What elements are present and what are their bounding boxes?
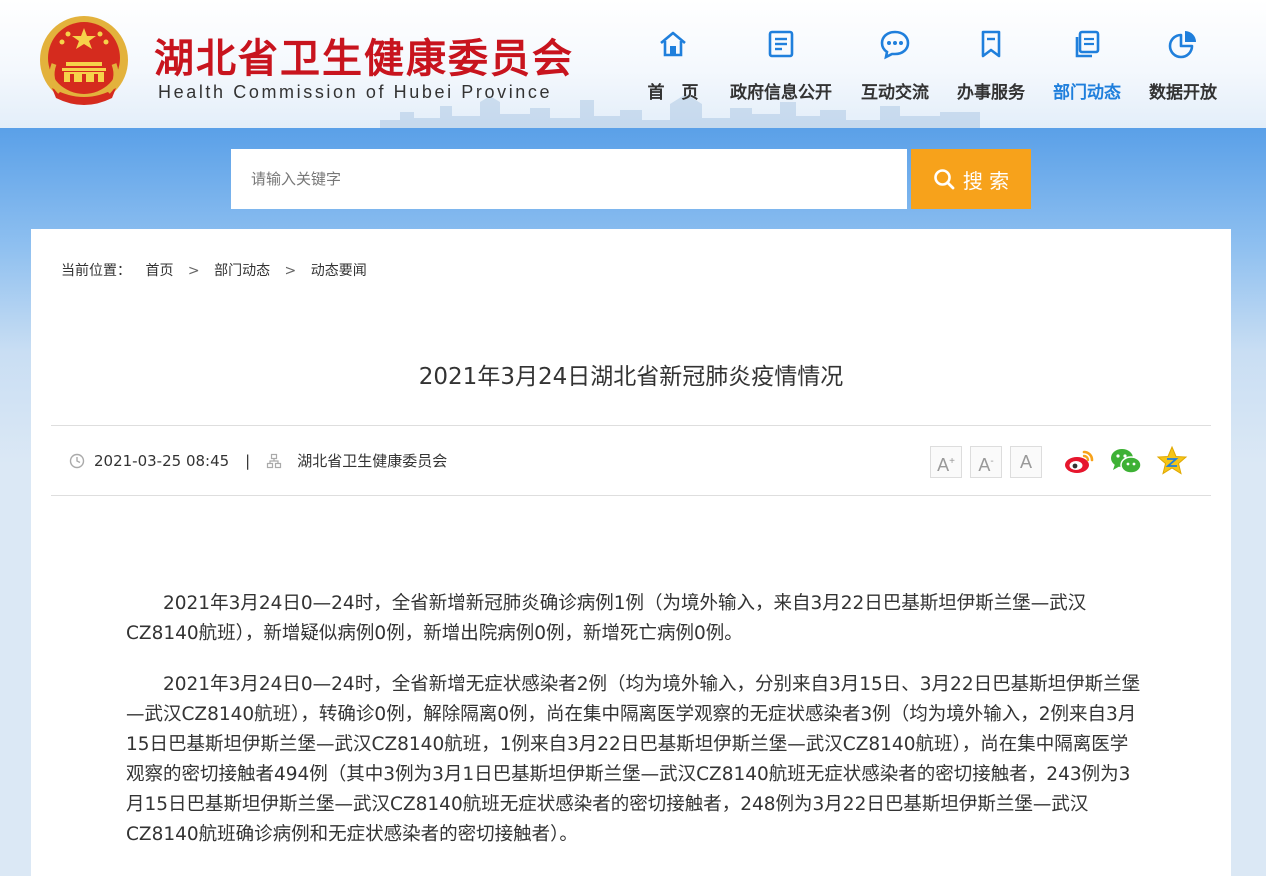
- nav-item-home[interactable]: 首 页: [618, 24, 728, 103]
- article-paragraph: 2021年3月24日0—24时，全省新增新冠肺炎确诊病例1例（为境外输入，来自3…: [126, 593, 1087, 644]
- national-emblem-logo: [40, 16, 128, 105]
- search-icon: [934, 169, 955, 190]
- site-subtitle: Health Commission of Hubei Province: [158, 82, 553, 102]
- search-button-label: 搜 索: [962, 168, 1010, 193]
- site-header: 湖北省卫生健康委员会 Health Commission of Hubei Pr…: [0, 0, 1266, 128]
- copy-pages-icon: [1075, 30, 1100, 58]
- clock-icon: [69, 453, 85, 468]
- nav-item-open-data[interactable]: 数据开放: [1128, 24, 1238, 103]
- nav-label: 部门动态: [1053, 83, 1121, 103]
- nav-label: 互动交流: [861, 83, 929, 103]
- favorite-star-icon[interactable]: [1155, 444, 1189, 478]
- article-meta-bar: 2021-03-25 08:45 | 湖北省卫生健康委员会 A+ A- A: [51, 425, 1211, 496]
- breadcrumb-department-news[interactable]: 部门动态: [214, 263, 270, 279]
- pie-chart-icon: [1168, 31, 1196, 59]
- search-button[interactable]: 搜 索: [911, 149, 1031, 209]
- font-size-default-button[interactable]: A: [1010, 446, 1042, 478]
- article-paragraph: 2021年3月24日0—24时，全省新增无症状感染者2例（均为境外输入，分别来自…: [126, 674, 1141, 845]
- meta-divider: |: [245, 451, 251, 470]
- nav-label: 政府信息公开: [730, 83, 832, 103]
- font-size-increase-button[interactable]: A+: [930, 446, 962, 478]
- site-title: 湖北省卫生健康委员会: [154, 35, 574, 82]
- nav-item-services[interactable]: 办事服务: [936, 24, 1046, 103]
- home-icon: [660, 31, 686, 57]
- source-org-icon: [267, 453, 282, 468]
- breadcrumb: 当前位置： 首页 > 部门动态 > 动态要闻: [61, 260, 377, 280]
- bookmark-icon: [981, 30, 1001, 58]
- wechat-icon[interactable]: [1109, 444, 1143, 478]
- breadcrumb-separator: >: [187, 263, 200, 279]
- breadcrumb-home[interactable]: 首页: [145, 263, 173, 279]
- nav-item-interaction[interactable]: 互动交流: [840, 24, 950, 103]
- weibo-icon[interactable]: [1062, 444, 1096, 478]
- nav-label: 办事服务: [957, 83, 1025, 103]
- article-body: 2021年3月24日0—24时，全省新增新冠肺炎确诊病例1例（为境外输入，来自3…: [126, 589, 1141, 871]
- nav-label: 首 页: [647, 83, 699, 103]
- article-source: 湖北省卫生健康委员会: [297, 452, 448, 470]
- document-list-icon: [768, 30, 794, 58]
- article-card: 当前位置： 首页 > 部门动态 > 动态要闻 2021年3月24日湖北省新冠肺炎…: [31, 229, 1231, 876]
- chat-bubble-icon: [880, 30, 910, 60]
- breadcrumb-news-highlights[interactable]: 动态要闻: [311, 263, 367, 279]
- article-meta: 2021-03-25 08:45 | 湖北省卫生健康委员会: [69, 450, 447, 471]
- breadcrumb-prefix: 当前位置：: [61, 263, 131, 279]
- nav-label: 数据开放: [1149, 83, 1217, 103]
- article-title: 2021年3月24日湖北省新冠肺炎疫情情况: [418, 364, 844, 390]
- nav-item-gov-info[interactable]: 政府信息公开: [726, 24, 836, 103]
- search-input[interactable]: [231, 149, 907, 209]
- nav-item-department-news[interactable]: 部门动态: [1032, 24, 1142, 103]
- publish-datetime: 2021-03-25 08:45: [94, 451, 230, 470]
- font-size-decrease-button[interactable]: A-: [970, 446, 1002, 478]
- breadcrumb-separator: >: [284, 263, 297, 279]
